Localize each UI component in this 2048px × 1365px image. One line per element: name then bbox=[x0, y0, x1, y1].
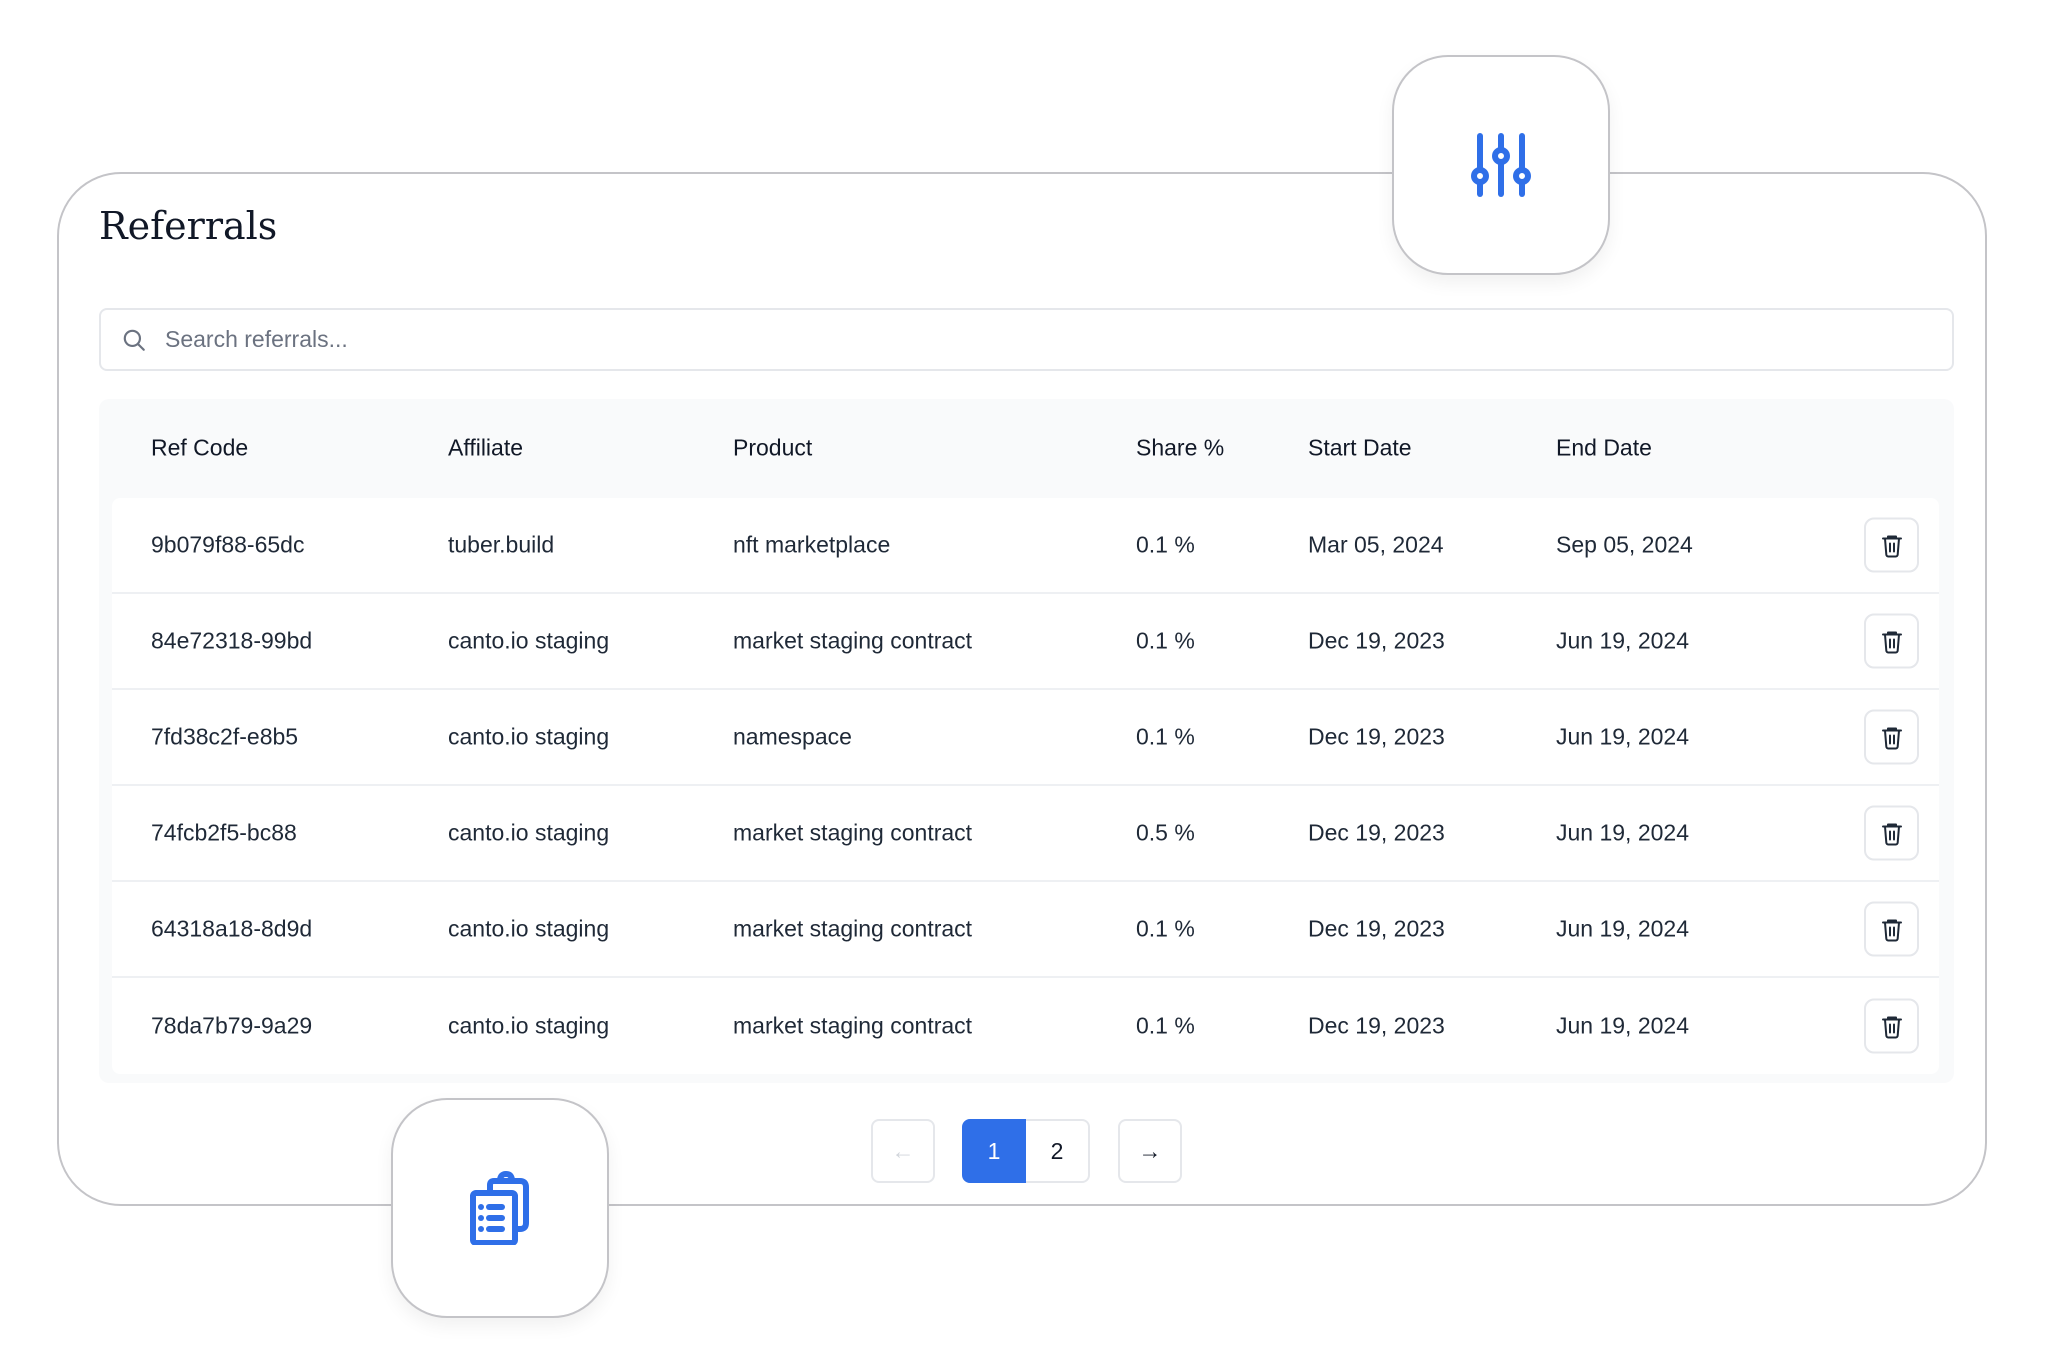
trash-icon bbox=[1881, 631, 1902, 653]
cell-product: market staging contract bbox=[733, 1012, 973, 1039]
table-row: 84e72318-99bd canto.io staging market stag… bbox=[112, 594, 1939, 690]
page-title: Referrals bbox=[99, 204, 278, 248]
cell-end-date: Jun 19, 2024 bbox=[1556, 819, 1690, 846]
table-row: 9b079f88-65dc tuber.build nft marketplace 0… bbox=[112, 498, 1939, 594]
cell-product: market staging contract bbox=[733, 819, 973, 846]
table-row: 7fd38c2f-e8b5 canto.io staging namespace 0.… bbox=[112, 690, 1939, 786]
sliders-icon bbox=[1471, 133, 1531, 197]
cell-share: 0.5 % bbox=[1136, 819, 1195, 846]
table-row: 78da7b79-9a29 canto.io staging market stag… bbox=[112, 978, 1939, 1074]
trash-icon bbox=[1881, 535, 1902, 557]
table-row: 64318a18-8d9d canto.io staging market stag… bbox=[112, 882, 1939, 978]
cell-ref-code: 74fcb2f5-bc88 bbox=[151, 819, 297, 846]
column-header-ref-code[interactable]: Ref Code bbox=[151, 435, 248, 462]
cell-start-date: Dec 19, 2023 bbox=[1308, 1012, 1445, 1039]
page-2-button[interactable]: 2 bbox=[1026, 1119, 1090, 1183]
cell-ref-code: 9b079f88-65dc bbox=[151, 531, 305, 558]
cell-end-date: Jun 19, 2024 bbox=[1556, 723, 1690, 750]
page-1-button[interactable]: 1 bbox=[962, 1119, 1026, 1183]
cell-share: 0.1 % bbox=[1136, 531, 1195, 558]
cell-product: namespace bbox=[733, 723, 852, 750]
delete-button[interactable] bbox=[1864, 901, 1919, 957]
clipboard-list-icon bbox=[470, 1171, 529, 1245]
cell-end-date: Sep 05, 2024 bbox=[1556, 531, 1693, 558]
column-header-product[interactable]: Product bbox=[733, 435, 812, 462]
delete-button[interactable] bbox=[1864, 613, 1919, 669]
table-row: 74fcb2f5-bc88 canto.io staging market stag… bbox=[112, 786, 1939, 882]
cell-affiliate: canto.io staging bbox=[448, 915, 610, 942]
cell-end-date: Jun 19, 2024 bbox=[1556, 1012, 1690, 1039]
cell-start-date: Dec 19, 2023 bbox=[1308, 915, 1445, 942]
cell-end-date: Jun 19, 2024 bbox=[1556, 627, 1690, 654]
cell-ref-code: 78da7b79-9a29 bbox=[151, 1012, 313, 1039]
cell-affiliate: canto.io staging bbox=[448, 819, 610, 846]
cell-product: market staging contract bbox=[733, 915, 973, 942]
prev-page-button[interactable]: ← bbox=[871, 1119, 935, 1183]
cell-share: 0.1 % bbox=[1136, 723, 1195, 750]
cell-ref-code: 64318a18-8d9d bbox=[151, 915, 313, 942]
delete-button[interactable] bbox=[1864, 517, 1919, 573]
cell-product: market staging contract bbox=[733, 627, 973, 654]
cell-ref-code: 84e72318-99bd bbox=[151, 627, 313, 654]
cell-end-date: Jun 19, 2024 bbox=[1556, 915, 1690, 942]
delete-button[interactable] bbox=[1864, 709, 1919, 765]
search-icon bbox=[123, 329, 145, 351]
column-header-affiliate[interactable]: Affiliate bbox=[448, 435, 523, 462]
table-body: 9b079f88-65dc tuber.build nft marketplace 0… bbox=[112, 498, 1939, 1074]
cell-product: nft marketplace bbox=[733, 531, 891, 558]
trash-icon bbox=[1881, 1016, 1902, 1038]
cell-ref-code: 7fd38c2f-e8b5 bbox=[151, 723, 299, 750]
column-header-share[interactable]: Share % bbox=[1136, 435, 1224, 462]
trash-icon bbox=[1881, 727, 1902, 749]
trash-icon bbox=[1881, 919, 1902, 941]
column-header-start-date[interactable]: Start Date bbox=[1308, 435, 1412, 462]
cell-affiliate: canto.io staging bbox=[448, 627, 610, 654]
cell-affiliate: canto.io staging bbox=[448, 723, 610, 750]
cell-start-date: Dec 19, 2023 bbox=[1308, 627, 1445, 654]
column-header-end-date[interactable]: End Date bbox=[1556, 435, 1652, 462]
delete-button[interactable] bbox=[1864, 998, 1919, 1054]
cell-affiliate: tuber.build bbox=[448, 531, 555, 558]
delete-button[interactable] bbox=[1864, 805, 1919, 861]
search-input[interactable] bbox=[163, 325, 1952, 354]
cell-start-date: Dec 19, 2023 bbox=[1308, 723, 1445, 750]
cell-start-date: Dec 19, 2023 bbox=[1308, 819, 1445, 846]
cell-share: 0.1 % bbox=[1136, 1012, 1195, 1039]
cell-start-date: Mar 05, 2024 bbox=[1308, 531, 1444, 558]
cell-affiliate: canto.io staging bbox=[448, 1012, 610, 1039]
next-page-button[interactable]: → bbox=[1118, 1119, 1182, 1183]
filter-badge bbox=[1392, 55, 1610, 275]
referrals-table: Ref Code Affiliate Product Share % Start… bbox=[99, 399, 1954, 1083]
search-bar[interactable] bbox=[99, 308, 1954, 371]
cell-share: 0.1 % bbox=[1136, 627, 1195, 654]
trash-icon bbox=[1881, 823, 1902, 845]
cell-share: 0.1 % bbox=[1136, 915, 1195, 942]
clipboard-badge bbox=[391, 1098, 609, 1318]
